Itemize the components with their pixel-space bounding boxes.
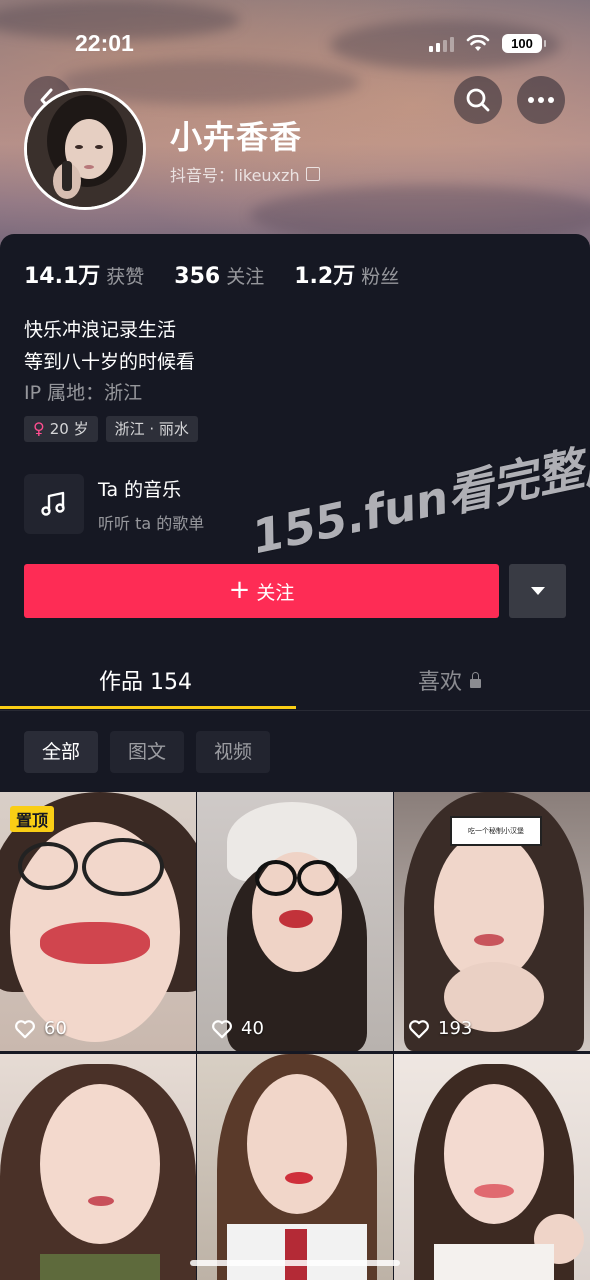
pinned-badge: 置顶 [10, 806, 55, 832]
profile-tags: ♀ 20 岁 浙江 · 丽水 [24, 416, 198, 442]
douyin-id[interactable]: 抖音号：likeuxzh [170, 162, 320, 186]
video-thumbnail[interactable]: 置顶 60 [0, 792, 196, 1051]
profile-panel: 14.1万 获赞 356 关注 1.2万 粉丝 快乐冲浪记录生活 等到八十岁的时… [0, 234, 590, 1280]
filter-chips: 全部 图文 视频 [24, 731, 271, 773]
stat-value: 1.2万 [294, 264, 356, 289]
copy-icon[interactable] [305, 167, 320, 181]
content-tabs: 作品 154 喜欢 [0, 652, 590, 711]
caret-down-icon [530, 587, 545, 595]
plus-icon: + [228, 575, 251, 605]
video-grid: 置顶 60 40 吃一个秘制小汉堡 193 [0, 792, 590, 1280]
heart-icon [409, 1019, 429, 1038]
tab-works[interactable]: 作品 154 [99, 664, 192, 696]
music-entry[interactable]: Ta 的音乐 听听 ta 的歌单 [24, 474, 204, 534]
bio-line: 等到八十岁的时候看 [24, 351, 196, 373]
age-tag-text: 20 岁 [49, 420, 89, 438]
search-button[interactable] [454, 76, 502, 124]
avatar[interactable] [24, 88, 146, 210]
stat-followers[interactable]: 1.2万 粉丝 [294, 258, 399, 290]
stat-label: 获赞 [106, 266, 145, 288]
music-icon-box [24, 474, 84, 534]
video-likes: 193 [408, 1018, 472, 1039]
more-button[interactable] [517, 76, 565, 124]
video-likes: 40 [211, 1018, 264, 1039]
video-likes: 60 [14, 1018, 67, 1039]
more-icon [528, 97, 554, 103]
music-note-icon [41, 491, 65, 516]
status-icons: 100 [429, 34, 546, 53]
douyin-id-text: 抖音号：likeuxzh [170, 166, 300, 185]
filter-all[interactable]: 全部 [24, 731, 99, 773]
filter-image-text[interactable]: 图文 [110, 731, 185, 773]
wifi-icon [466, 34, 490, 51]
age-tag: ♀ 20 岁 [24, 416, 98, 442]
watermark-text: 155.fun看完整版 [247, 431, 590, 565]
lock-icon [470, 671, 482, 688]
recommend-dropdown-button[interactable] [509, 564, 566, 618]
tab-active-indicator [0, 706, 296, 709]
home-indicator[interactable] [190, 1260, 400, 1266]
tab-likes-label: 喜欢 [418, 670, 463, 695]
filter-video[interactable]: 视频 [196, 731, 271, 773]
status-time: 22:01 [75, 30, 134, 56]
avatar-photo [27, 91, 143, 207]
stat-value: 14.1万 [24, 264, 101, 289]
stats-row: 14.1万 获赞 356 关注 1.2万 粉丝 [24, 258, 399, 290]
video-overlay-sticker: 吃一个秘制小汉堡 [450, 816, 542, 846]
bio-line: 快乐冲浪记录生活 [24, 319, 177, 341]
likes-count: 60 [44, 1018, 67, 1039]
stat-label: 关注 [226, 266, 265, 288]
stat-value: 356 [174, 264, 221, 289]
stat-following[interactable]: 356 关注 [174, 262, 264, 289]
music-subtitle: 听听 ta 的歌单 [98, 513, 205, 533]
location-tag: 浙江 · 丽水 [105, 416, 198, 442]
follow-label: 关注 [256, 581, 295, 604]
follow-button[interactable]: + 关注 [24, 564, 499, 618]
video-thumbnail[interactable] [197, 1054, 393, 1280]
profile-bio: 快乐冲浪记录生活 等到八十岁的时候看 [24, 314, 195, 378]
profile-screen: 22:01 100 小卉香香 抖音号：likeuxzh 14.1万 获赞 356… [0, 0, 590, 1280]
video-thumbnail[interactable]: 40 [197, 792, 393, 1051]
stat-label: 粉丝 [361, 266, 400, 288]
likes-count: 193 [438, 1018, 473, 1039]
heart-icon [15, 1019, 35, 1038]
video-thumbnail[interactable]: 吃一个秘制小汉堡 193 [394, 792, 590, 1051]
tab-likes[interactable]: 喜欢 [418, 664, 482, 696]
video-thumbnail[interactable] [394, 1054, 590, 1280]
heart-icon [212, 1019, 232, 1038]
ip-location: IP 属地：浙江 [24, 382, 143, 404]
video-thumbnail[interactable] [0, 1054, 196, 1280]
signal-icon [429, 36, 454, 52]
battery-icon: 100 [502, 34, 546, 53]
music-title: Ta 的音乐 [98, 478, 182, 501]
search-icon [466, 88, 490, 112]
likes-count: 40 [241, 1018, 264, 1039]
profile-nickname: 小卉香香 [170, 118, 303, 156]
stat-likes[interactable]: 14.1万 获赞 [24, 258, 144, 290]
female-icon: ♀ [33, 419, 45, 438]
